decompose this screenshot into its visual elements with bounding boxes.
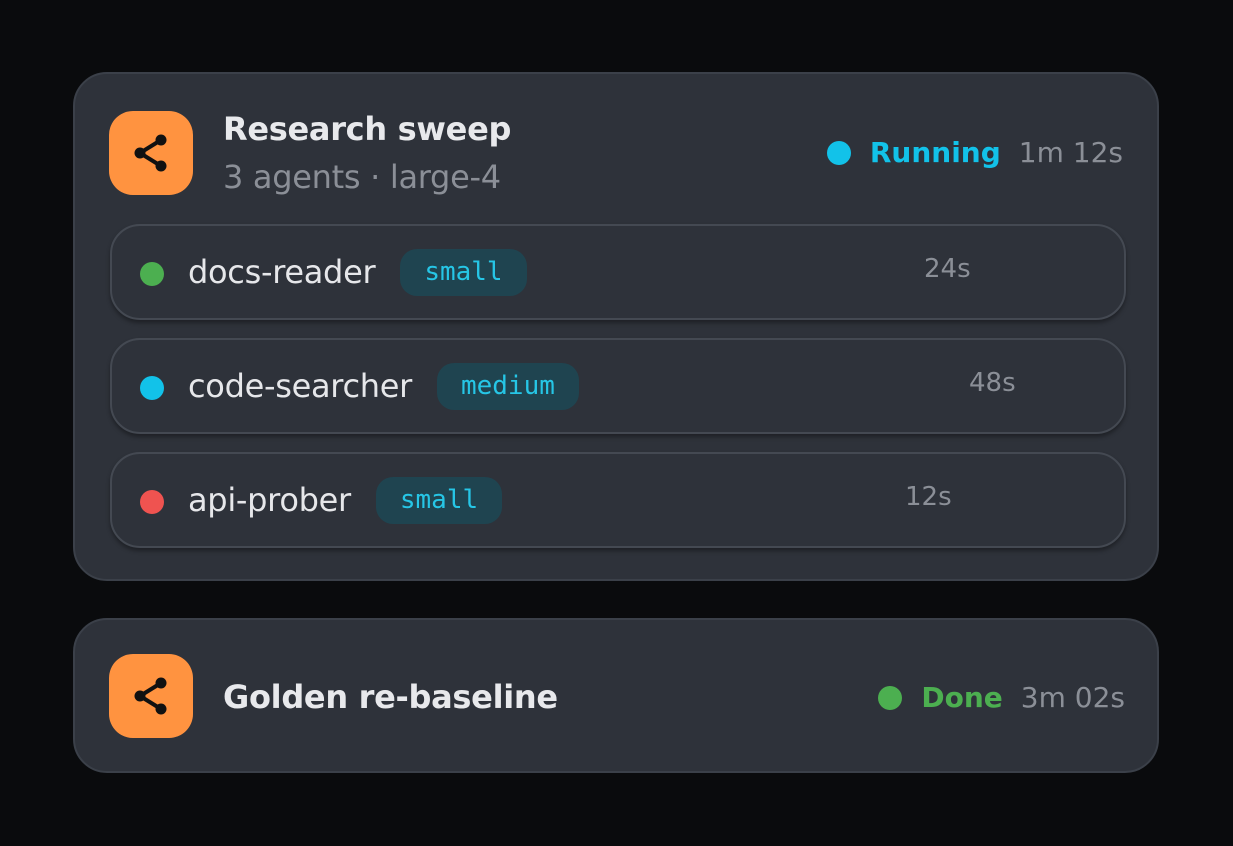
agent-time: 24s	[924, 254, 971, 284]
share-icon	[109, 654, 193, 738]
agent-model-badge: small	[400, 248, 527, 296]
run-title: Research sweep	[223, 110, 512, 148]
run-status-golden: Done 3m 02s	[878, 681, 1125, 714]
agent-name: code-searcher	[188, 367, 412, 405]
agent-status-dot	[140, 262, 164, 286]
agent-status-dot	[140, 490, 164, 514]
agent-time: 12s	[905, 482, 952, 512]
status-label: Running	[869, 136, 1001, 169]
status-dot	[826, 140, 851, 165]
agent-row-code-searcher[interactable]: code-searcher medium 48s	[110, 338, 1126, 434]
share-icon	[109, 111, 193, 195]
agent-name: api-prober	[188, 481, 351, 519]
run-card-research-sweep[interactable]: Research sweep 3 agents · large-4 Runnin…	[73, 72, 1159, 581]
run-duration: 1m 12s	[1018, 136, 1123, 169]
run-title: Golden re-baseline	[223, 678, 558, 716]
run-duration: 3m 02s	[1020, 681, 1125, 714]
agent-row-docs-reader[interactable]: docs-reader small 24s	[110, 224, 1126, 320]
status-label: Done	[921, 681, 1003, 714]
agent-model-badge: small	[375, 476, 503, 524]
agent-model-badge: medium	[436, 362, 579, 410]
run-subtitle: 3 agents · large-4	[223, 158, 501, 196]
run-status: Running 1m 12s	[826, 136, 1123, 169]
agent-status-dot	[140, 376, 164, 400]
agent-time: 48s	[969, 368, 1016, 398]
status-dot	[878, 685, 903, 710]
agent-row-api-prober[interactable]: api-prober small 12s	[110, 452, 1126, 548]
agent-name: docs-reader	[188, 253, 376, 291]
